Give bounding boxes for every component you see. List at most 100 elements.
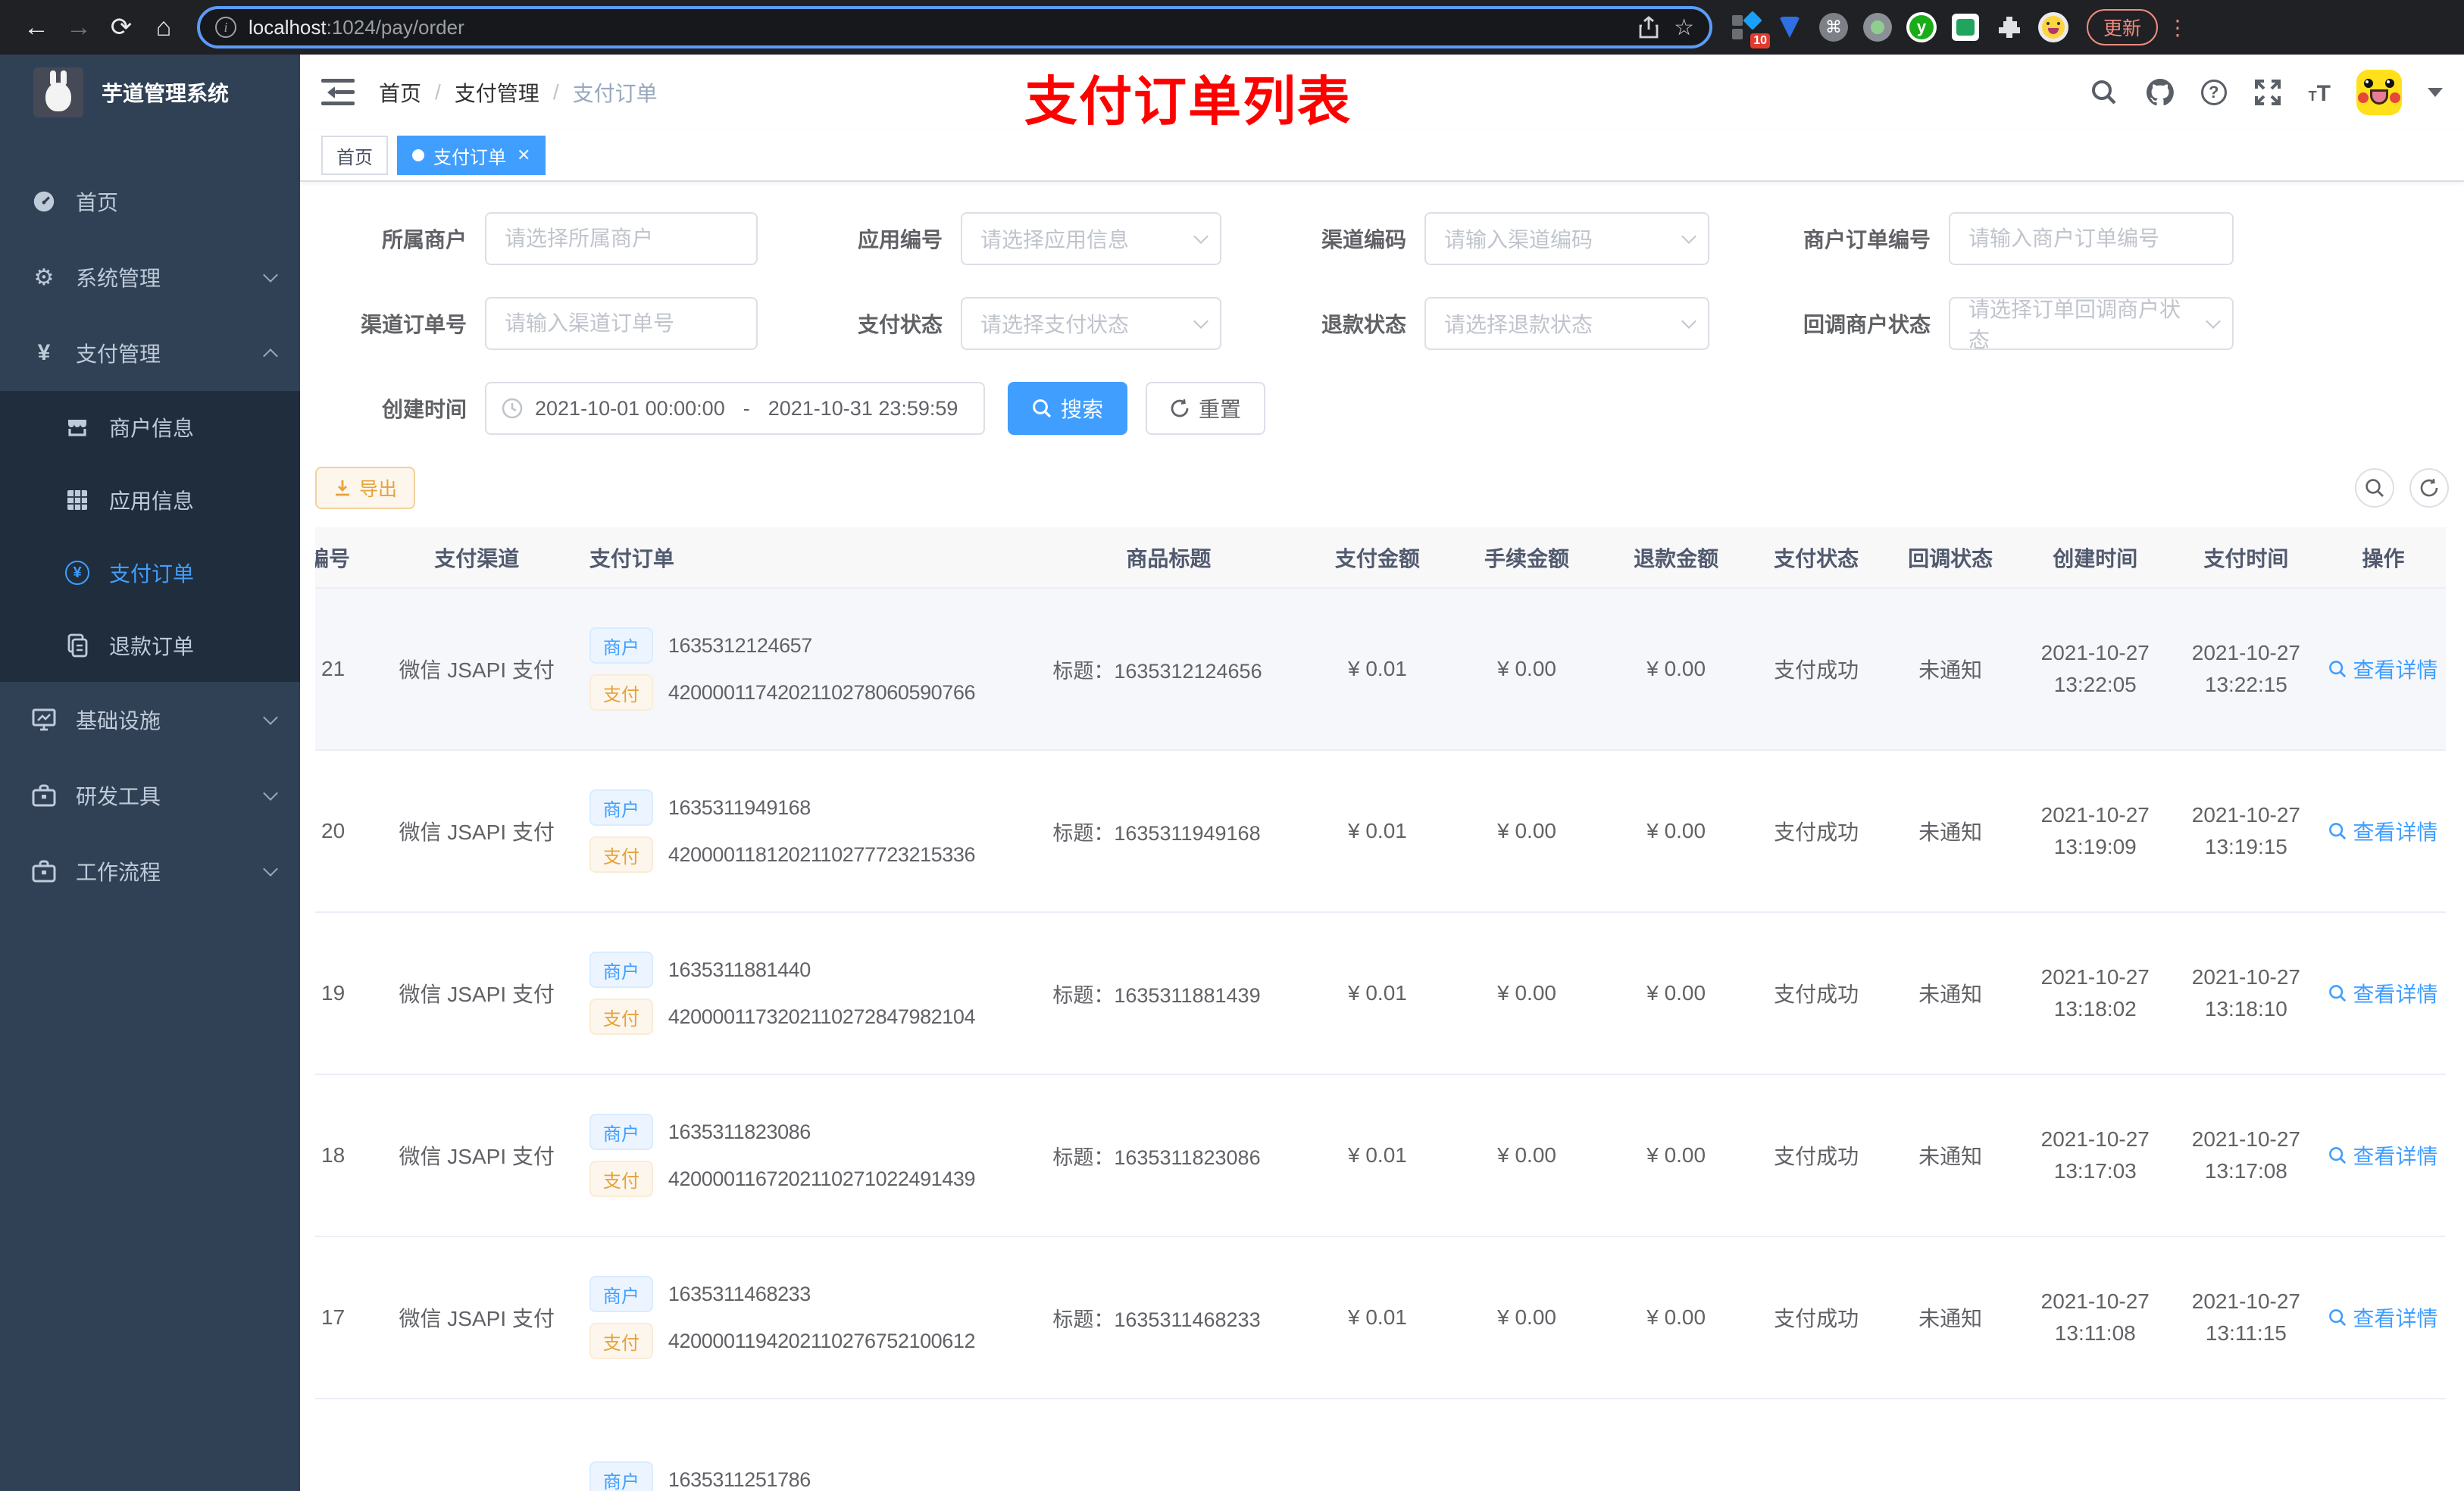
cell-pay-time (2171, 1399, 2321, 1491)
column-header-id: 编号 (315, 527, 383, 589)
back-icon[interactable]: ← (15, 6, 58, 48)
close-icon[interactable]: ✕ (517, 145, 530, 165)
avatar[interactable] (2356, 70, 2402, 115)
grid-icon (64, 489, 91, 511)
table-toolbar: 导出 (315, 467, 2449, 509)
cell-channel: 微信 JSAPI 支付 (382, 1074, 571, 1237)
github-icon[interactable] (2145, 77, 2175, 108)
yen-circle-icon: ¥ (64, 561, 91, 585)
pay-status-select[interactable]: 请选择支付状态 (961, 297, 1221, 350)
column-header-channel: 支付渠道 (382, 527, 571, 589)
channel-code-select[interactable]: 请输入渠道编码 (1424, 212, 1709, 265)
breadcrumb-home[interactable]: 首页 (379, 77, 421, 108)
extension-command-icon[interactable]: ⌘ (1818, 12, 1849, 42)
sidebar-item-payment[interactable]: ¥ 支付管理 (0, 315, 300, 391)
active-dot (412, 149, 424, 161)
extension-puzzle-icon[interactable] (1994, 12, 2025, 42)
channel-order-no-input[interactable] (485, 297, 758, 350)
create-time-range-input[interactable]: 2021-10-01 00:00:00 - 2021-10-31 23:59:5… (485, 382, 985, 435)
shop-icon (64, 415, 91, 439)
search-icon[interactable] (2089, 77, 2119, 108)
sidebar-item-refund-order[interactable]: 退款订单 (0, 609, 300, 682)
toolbar-refresh-button[interactable] (2409, 468, 2449, 508)
merchant-input[interactable] (485, 212, 758, 265)
payment-submenu: 商户信息 应用信息 ¥ 支付订单 退款订单 (0, 391, 300, 682)
cell-actions: 查看详情 (2320, 1236, 2446, 1399)
sidebar-toggle-icon[interactable] (321, 79, 355, 106)
toolbar-search-button[interactable] (2355, 468, 2394, 508)
view-detail-link[interactable]: 查看详情 (2328, 1140, 2437, 1171)
url-bar[interactable]: i localhost:1024/pay/order ☆ (197, 6, 1712, 48)
tags-bar: 首页 支付订单 ✕ (300, 130, 2464, 182)
search-icon (2329, 661, 2347, 678)
sidebar-item-dev-tools[interactable]: 研发工具 (0, 758, 300, 833)
cell-notify-status: 未通知 (1881, 750, 2019, 913)
extension-gem-icon[interactable] (1775, 12, 1805, 42)
breadcrumb-pay-management[interactable]: 支付管理 (455, 77, 539, 108)
view-detail-link[interactable]: 查看详情 (2328, 816, 2437, 846)
order-table: 编号 支付渠道 支付订单 商品标题 支付金额 手续金额 退款金额 支付状态 回调… (315, 527, 2446, 1491)
column-header-notify-status: 回调状态 (1881, 527, 2019, 589)
view-detail-link[interactable]: 查看详情 (2328, 978, 2437, 1008)
cell-actions (2320, 1399, 2446, 1491)
cell-fee (1452, 1399, 1602, 1491)
refresh-icon (2420, 479, 2438, 497)
home-icon[interactable]: ⌂ (142, 6, 185, 48)
field-label: 应用编号 (857, 228, 943, 252)
cell-refund: ¥ 0.00 (1601, 1236, 1751, 1399)
tab-pay-order[interactable]: 支付订单 ✕ (397, 136, 546, 175)
share-icon[interactable] (1639, 16, 1659, 39)
pay-tag: 支付 (589, 1323, 653, 1359)
cell-pay-status: 支付成功 (1750, 1236, 1882, 1399)
tab-home[interactable]: 首页 (321, 136, 388, 175)
reset-button[interactable]: 重置 (1146, 382, 1266, 435)
cell-channel: 微信 JSAPI 支付 (382, 750, 571, 913)
fullscreen-icon[interactable] (2253, 77, 2283, 108)
chevron-down-icon (263, 786, 278, 801)
sidebar-item-workflow[interactable]: 工作流程 (0, 833, 300, 909)
sidebar-item-infrastructure[interactable]: 基础设施 (0, 682, 300, 758)
browser-update-button[interactable]: 更新 (2087, 9, 2159, 45)
logo-row: 芋道管理系统 (0, 55, 300, 130)
chevron-down-icon (263, 861, 278, 877)
cell-title: 标题：1635311949168 (1034, 750, 1303, 913)
reload-icon[interactable]: ⟳ (100, 6, 142, 48)
view-detail-link[interactable]: 查看详情 (2328, 654, 2437, 684)
app-select[interactable]: 请选择应用信息 (961, 212, 1221, 265)
sidebar-item-system[interactable]: ⚙ 系统管理 (0, 239, 300, 315)
cell-pay-status: 支付成功 (1750, 750, 1882, 913)
sidebar-item-app-info[interactable]: 应用信息 (0, 464, 300, 536)
monitor-icon (30, 708, 58, 731)
search-button[interactable]: 搜索 (1008, 382, 1128, 435)
extension-grid-icon[interactable]: 10 (1731, 11, 1770, 48)
extension-dot-icon[interactable] (1862, 12, 1893, 42)
site-info-icon[interactable]: i (215, 17, 236, 38)
document-icon (64, 633, 91, 658)
cell-order: 商户 1635311949168 支付 42000011812021102777… (571, 750, 1035, 913)
bookmark-star-icon[interactable]: ☆ (1674, 14, 1694, 41)
notify-status-select[interactable]: 请选择订单回调商户状态 (1949, 297, 2234, 352)
search-icon (2329, 823, 2347, 840)
forward-icon[interactable]: → (58, 6, 100, 48)
cell-actions: 查看详情 (2320, 588, 2446, 751)
column-header-pay-time: 支付时间 (2171, 527, 2321, 589)
browser-menu-icon[interactable]: ⋮ (2167, 15, 2190, 40)
export-button[interactable]: 导出 (315, 467, 416, 509)
sidebar-item-home[interactable]: 首页 (0, 164, 300, 239)
help-icon[interactable]: ? (2200, 80, 2227, 105)
sidebar-item-merchant-info[interactable]: 商户信息 (0, 391, 300, 464)
extension-emoji-icon[interactable] (2038, 12, 2068, 42)
cell-channel: 微信 JSAPI 支付 (382, 912, 571, 1075)
view-detail-link[interactable]: 查看详情 (2328, 1302, 2437, 1333)
font-size-icon[interactable]: TT (2309, 79, 2331, 107)
chevron-down-icon (263, 710, 278, 725)
cell-amount: ¥ 0.01 (1302, 588, 1452, 751)
merchant-order-no-input[interactable] (1949, 212, 2234, 265)
sidebar-item-pay-order[interactable]: ¥ 支付订单 (0, 536, 300, 609)
extension-y-icon[interactable]: y (1906, 12, 1937, 42)
cell-amount: ¥ 0.01 (1302, 912, 1452, 1075)
cell-order: 商户 1635311823086 支付 42000011672021102710… (571, 1074, 1035, 1237)
avatar-caret-icon[interactable] (2428, 88, 2443, 105)
refund-status-select[interactable]: 请选择退款状态 (1424, 297, 1709, 350)
extension-chat-icon[interactable] (1950, 12, 1981, 42)
